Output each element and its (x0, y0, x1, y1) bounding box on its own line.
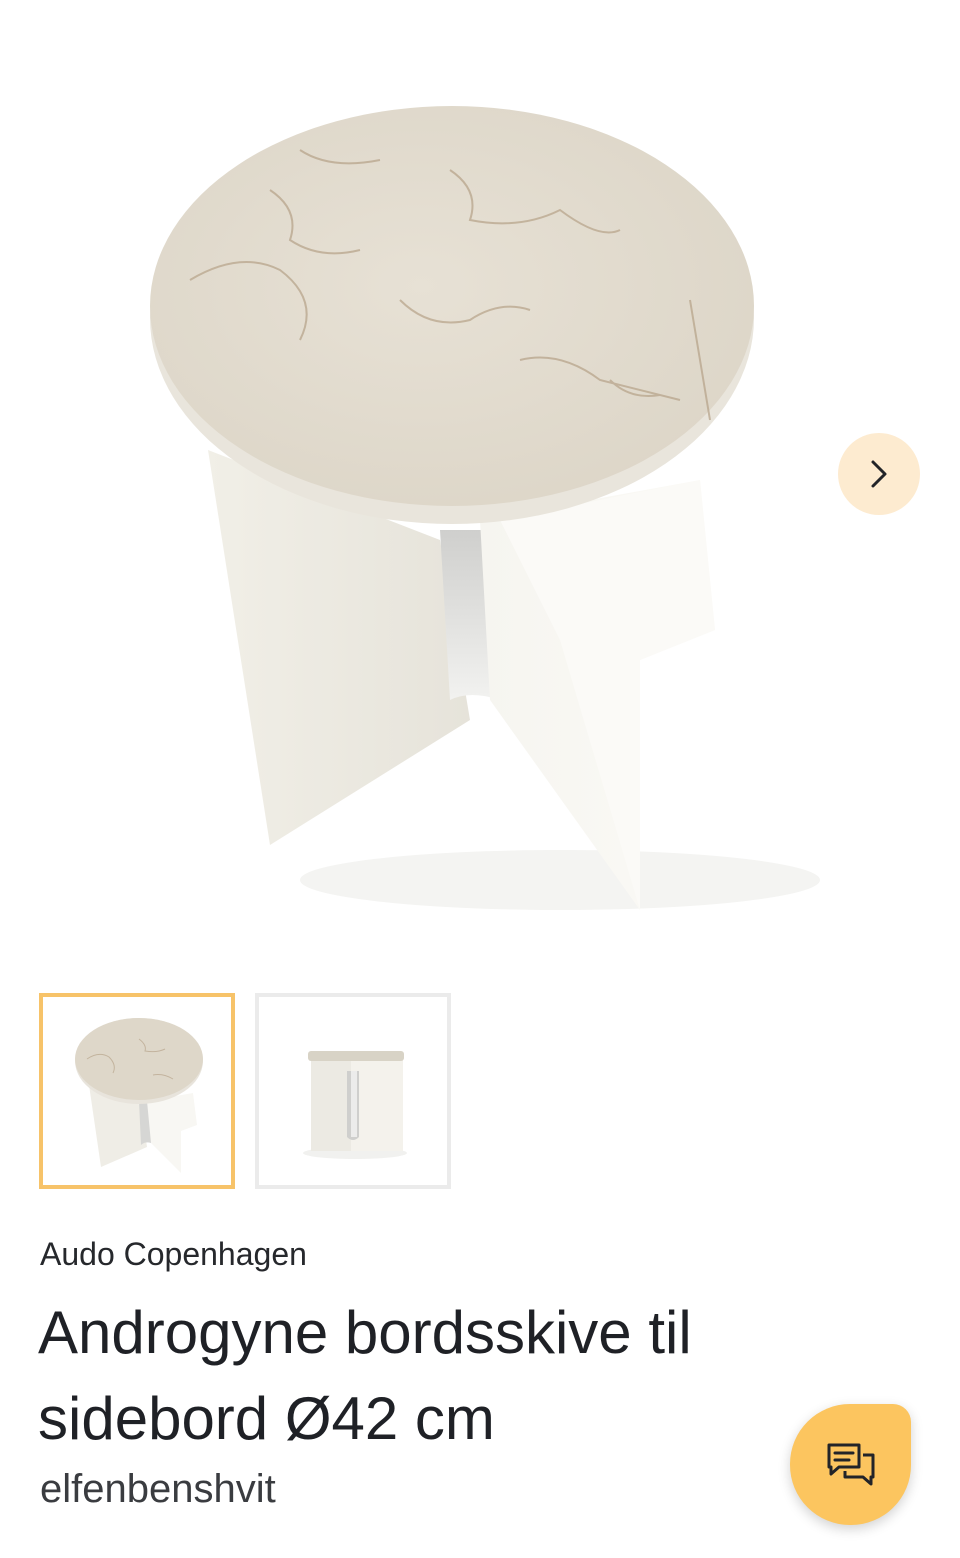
thumbnail-image-top-view (75, 1018, 203, 1173)
product-title: Androgyne bordsskive til sidebord Ø42 cm (38, 1299, 692, 1452)
product-variant: elfenbenshvit (40, 1467, 276, 1511)
product-image (0, 0, 960, 960)
chat-button[interactable] (790, 1404, 911, 1525)
thumbnail-2[interactable] (255, 993, 451, 1189)
side-table-illustration (150, 106, 820, 910)
brand-name[interactable]: Audo Copenhagen (40, 1234, 307, 1274)
chevron-right-icon (871, 460, 887, 488)
thumbnail-strip (39, 993, 451, 1189)
next-image-button[interactable] (838, 433, 920, 515)
thumbnail-image-side-view (303, 1051, 407, 1159)
thumbnail-1[interactable] (39, 993, 235, 1189)
chat-bubbles-icon (827, 1443, 874, 1485)
